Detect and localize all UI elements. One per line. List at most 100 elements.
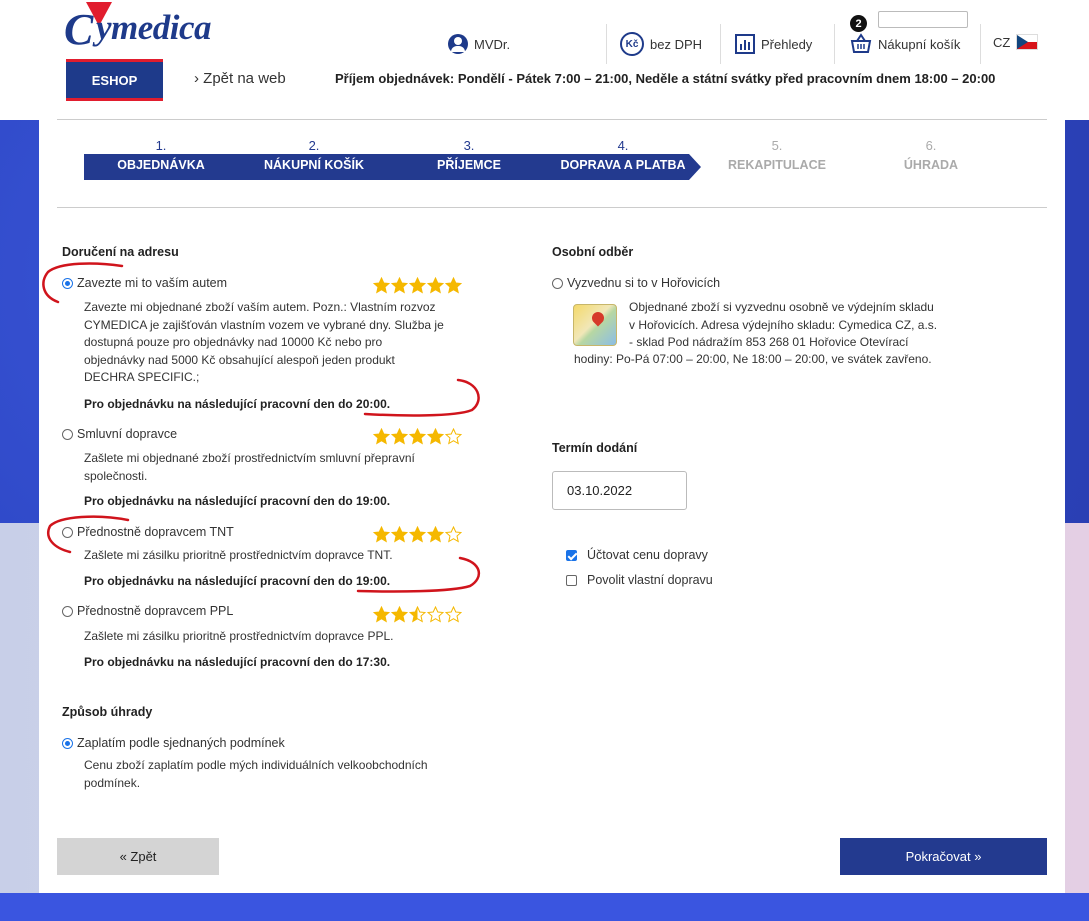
back-button[interactable]: « Zpět [57,838,219,875]
pickup-description: Objednané zboží si vyzvednu osobně ve vý… [629,300,938,349]
step-label: ÚHRADA [903,158,959,172]
step-number: 1. [155,138,167,153]
price-mode-label: bez DPH [650,36,703,52]
star-empty-icon [445,606,462,623]
delivery-option-tnt[interactable]: Přednostně dopravcem TNT [62,525,234,539]
chart-icon [735,34,755,54]
option-label: Smluvní dopravce [77,427,178,441]
language-code: CZ [993,34,1011,50]
delivery-option-ppl[interactable]: Přednostně dopravcem PPL [62,604,233,618]
option-label: Přednostně dopravcem TNT [77,525,234,539]
radio-tnt[interactable] [62,526,73,538]
star-filled-icon [373,526,390,543]
step-cart[interactable]: 2. NÁKUPNÍ KOŠÍK [234,138,394,172]
option-label: Vyzvednu si to v Hořovicích [567,276,721,290]
user-name: MVDr. [474,36,511,52]
step-number: 5. [771,138,783,153]
star-empty-icon [445,428,462,445]
star-filled-icon [391,277,408,294]
basket-icon [850,33,872,53]
rating-stars [373,526,462,543]
option-description: Zašlete mi objednané zboží prostřednictv… [84,451,415,483]
cart-label: Nákupní košík [878,36,961,52]
star-filled-icon [373,428,390,445]
star-empty-icon [427,606,444,623]
header-divider [606,24,607,64]
option-deadline: Pro objednávku na následující pracovní d… [84,574,391,588]
radio-pickup[interactable] [552,277,563,289]
delivery-date-title: Termín dodání [552,441,638,455]
step-payment: 6. ÚHRADA [851,138,1011,172]
rating-stars [373,606,462,623]
currency-icon: Kč [620,32,644,56]
logo-text: ymedica [96,8,212,47]
star-filled-icon [409,428,426,445]
star-filled-icon [445,277,462,294]
delivery-date-input[interactable]: 03.10.2022 [552,471,687,510]
step-recap: 5. REKAPITULACE [697,138,857,172]
step-label: PŘÍJEMCE [437,158,501,172]
checkbox-charge-shipping[interactable] [566,549,577,561]
step-order[interactable]: 1. OBJEDNÁVKA [81,138,241,172]
price-mode-toggle[interactable]: Kč bez DPH [620,30,702,58]
step-number: 3. [463,138,475,153]
czech-flag-icon [1016,34,1039,50]
charge-shipping-checkbox[interactable]: Účtovat cenu dopravy [566,548,708,562]
language-switch[interactable]: CZ [993,28,1039,56]
rating-stars [373,277,462,294]
option-deadline: Pro objednávku na následující pracovní d… [84,655,391,669]
user-icon [448,34,468,54]
cart-search-input[interactable] [878,11,968,28]
payment-option-terms[interactable]: Zaplatím podle sjednaných podmínek [62,736,285,750]
option-label: Zaplatím podle sjednaných podmínek [77,736,285,750]
step-label: NÁKUPNÍ KOŠÍK [263,158,364,172]
option-description: Zašlete mi zásilku prioritně prostřednic… [84,629,394,643]
radio-own-car[interactable] [62,277,73,289]
option-label: Zavezte mi to vaším autem [77,276,228,290]
star-filled-icon [427,526,444,543]
delivery-option-contract-carrier[interactable]: Smluvní dopravce [62,427,177,441]
option-deadline: Pro objednávku na následující pracovní d… [84,494,391,508]
radio-payment-terms[interactable] [62,737,73,749]
pickup-section-title: Osobní odběr [552,245,634,259]
star-filled-icon [409,277,426,294]
reports-link[interactable]: Přehledy [735,30,812,58]
back-to-web-link[interactable]: › Zpět na web [194,70,286,87]
star-filled-icon [427,277,444,294]
own-transport-checkbox[interactable]: Povolit vlastní dopravu [566,573,713,587]
step-number: 4. [617,138,629,153]
divider-steps [57,207,1047,208]
rating-stars [373,428,462,445]
continue-button[interactable]: Pokračovat » [840,838,1047,875]
delivery-option-own-car[interactable]: Zavezte mi to vaším autem [62,276,227,290]
eshop-button[interactable]: ESHOP [66,59,163,101]
step-shipping-payment[interactable]: 4. DOPRAVA A PLATBA [543,138,703,172]
cart-count-badge: 2 [850,15,867,32]
radio-contract-carrier[interactable] [62,428,73,440]
step-label: OBJEDNÁVKA [117,158,205,172]
checkbox-label: Povolit vlastní dopravu [587,573,713,587]
pickup-hours: hodiny: Po-Pá 07:00 – 20:00, Ne 18:00 – … [574,352,932,366]
checkbox-own-transport[interactable] [566,574,577,586]
user-account[interactable]: MVDr. [448,30,510,58]
step-label: REKAPITULACE [728,158,826,172]
pickup-option-horovice[interactable]: Vyzvednu si to v Hořovicích [552,276,720,290]
star-filled-icon [409,526,426,543]
payment-section-title: Způsob úhrady [62,705,153,719]
step-recipient[interactable]: 3. PŘÍJEMCE [389,138,549,172]
option-deadline: Pro objednávku na následující pracovní d… [84,397,391,411]
star-filled-icon [391,526,408,543]
checkbox-label: Účtovat cenu dopravy [587,548,708,562]
step-number: 2. [308,138,320,153]
divider-top [57,119,1047,120]
header-divider [980,24,981,64]
option-description: Zavezte mi objednané zboží vaším autem. … [84,300,444,384]
star-empty-icon [445,526,462,543]
star-half-icon [409,606,426,623]
footer-band [0,893,1089,921]
star-filled-icon [373,277,390,294]
radio-ppl[interactable] [62,605,73,617]
cart-link[interactable]: 2 Nákupní košík [850,15,961,58]
star-filled-icon [427,428,444,445]
map-icon [573,304,617,346]
